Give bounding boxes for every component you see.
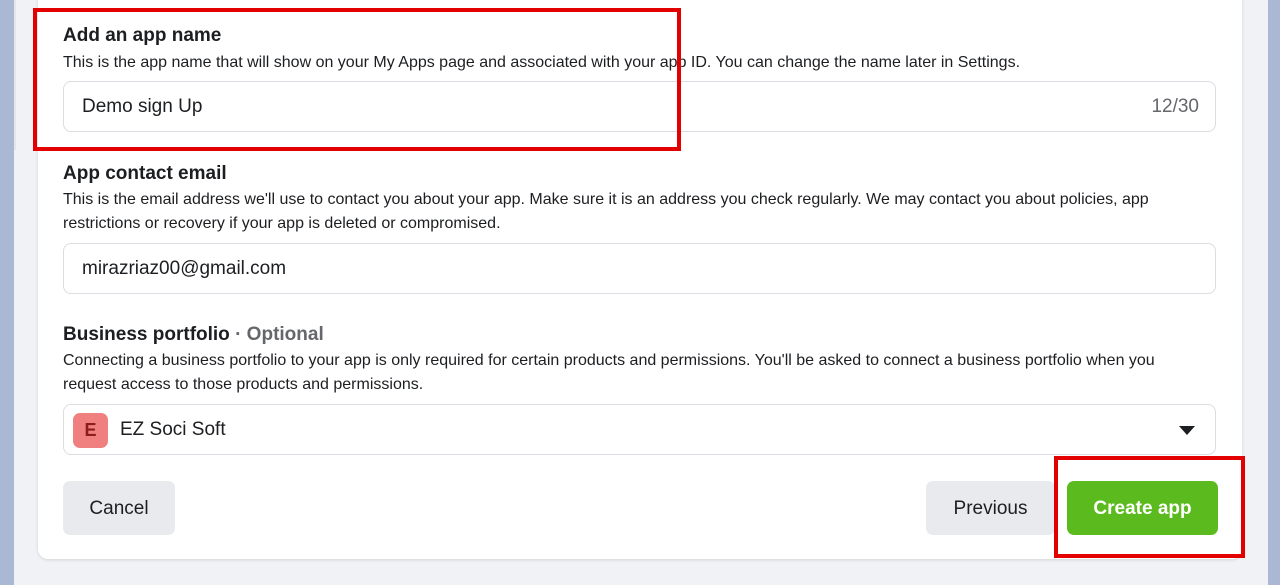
background-left-edge bbox=[0, 0, 14, 585]
previous-button[interactable]: Previous bbox=[926, 481, 1055, 535]
business-portfolio-select[interactable]: E EZ Soci Soft bbox=[63, 404, 1216, 455]
create-app-button[interactable]: Create app bbox=[1067, 481, 1218, 535]
contact-email-label: App contact email bbox=[63, 163, 227, 184]
business-portfolio-title: Business portfolio bbox=[63, 324, 230, 345]
business-portfolio-selected-name: EZ Soci Soft bbox=[120, 419, 226, 440]
business-portfolio-description: Connecting a business portfolio to your … bbox=[63, 352, 1155, 393]
background-left-panel-edge bbox=[14, 0, 16, 150]
contact-email-value: mirazriaz00@gmail.com bbox=[82, 258, 287, 279]
background-right-edge bbox=[1268, 0, 1280, 585]
business-avatar: E bbox=[73, 413, 108, 448]
contact-email-input[interactable]: mirazriaz00@gmail.com bbox=[63, 243, 1216, 294]
app-name-description: This is the app name that will show on y… bbox=[63, 54, 1021, 71]
business-portfolio-label: Business portfolio · Optional bbox=[63, 324, 324, 346]
app-name-value: Demo sign Up bbox=[82, 96, 203, 117]
app-name-char-counter: 12/30 bbox=[1151, 96, 1199, 117]
app-name-input[interactable]: Demo sign Up 12/30 bbox=[63, 81, 1216, 132]
contact-email-description: This is the email address we'll use to c… bbox=[63, 191, 1149, 232]
app-name-label: Add an app name bbox=[63, 25, 222, 46]
optional-tag: · Optional bbox=[235, 324, 324, 345]
cancel-button[interactable]: Cancel bbox=[63, 481, 175, 535]
caret-down-icon[interactable] bbox=[1179, 426, 1195, 435]
